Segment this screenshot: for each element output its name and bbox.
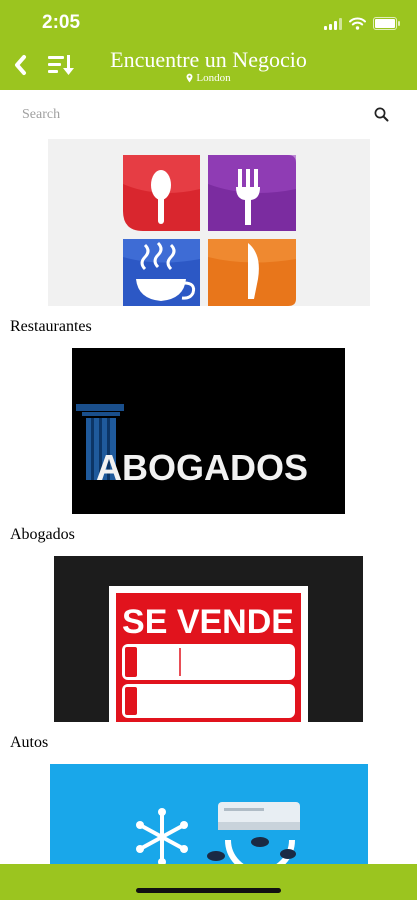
app-header: 2:05 Encuentre un Negocio London — [0, 0, 417, 90]
category-image-autos[interactable]: SE VENDE — [54, 556, 363, 722]
search-input[interactable] — [20, 100, 364, 130]
signal-icon — [324, 17, 342, 30]
map-pin-icon — [186, 73, 193, 83]
search-bar — [0, 90, 417, 138]
wifi-icon — [349, 17, 366, 30]
abogados-logo-text: ABOGADOS — [96, 447, 308, 488]
restaurant-icons-image — [123, 155, 296, 306]
category-image-abogados[interactable]: ABOGADOS — [72, 348, 345, 514]
category-label-restaurantes[interactable]: Restaurantes — [10, 318, 92, 336]
status-icons — [324, 14, 400, 32]
air-conditioning-image — [136, 802, 300, 864]
category-image-restaurantes[interactable] — [48, 139, 370, 306]
category-label-autos[interactable]: Autos — [10, 734, 48, 752]
home-indicator — [136, 888, 281, 893]
se-vende-sign-image: SE VENDE — [109, 586, 308, 722]
location-subtitle: London — [0, 72, 417, 84]
battery-icon — [373, 16, 400, 30]
search-icon[interactable] — [374, 107, 389, 122]
location-text: London — [196, 72, 231, 84]
status-time: 2:05 — [42, 12, 81, 33]
se-vende-text: SE VENDE — [122, 603, 294, 641]
category-label-abogados[interactable]: Abogados — [10, 526, 75, 544]
page-title: Encuentre un Negocio — [110, 47, 307, 72]
category-image-climatizacion[interactable] — [50, 764, 368, 864]
bottom-bar — [0, 864, 417, 900]
abogados-logo-image: ABOGADOS — [76, 404, 308, 488]
